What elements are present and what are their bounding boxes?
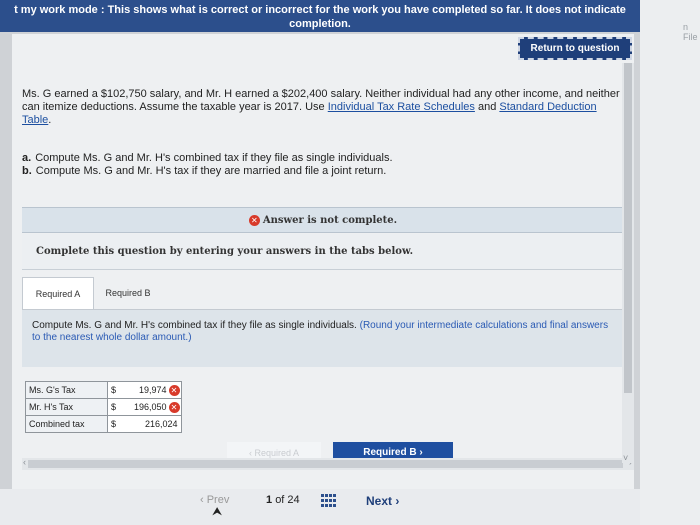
background-window-edge: n File [640, 0, 700, 525]
question-parts: a. Compute Ms. G and Mr. H's combined tax… [22, 152, 393, 178]
grid-view-icon[interactable] [321, 494, 336, 508]
table-row: Mr. H's Tax $ 196,050 ✕ [25, 398, 182, 416]
tax-answer-table: Ms. G's Tax $ 19,974 ✕ Mr. H's Tax $ 196,… [25, 381, 182, 433]
mr-h-tax-input[interactable]: 196,050 ✕ [119, 398, 182, 416]
answer-status-text: Answer is not complete. [262, 215, 398, 226]
scroll-down-icon[interactable]: ˅ [623, 453, 628, 463]
banner-line-2: completion. [289, 18, 351, 30]
prompt-text: Compute Ms. G and Mr. H's combined tax i… [32, 320, 360, 331]
instructions-bar: Complete this question by entering your … [22, 234, 624, 270]
currency-symbol: $ [107, 415, 120, 433]
scroll-left-icon[interactable]: ‹ [23, 457, 26, 467]
part-a: a. Compute Ms. G and Mr. H's combined tax… [22, 152, 393, 164]
banner-line-1: t my work mode : This shows what is corr… [14, 4, 626, 16]
scrollbar-thumb[interactable] [28, 460, 623, 468]
vertical-scrollbar[interactable]: ˅ [622, 63, 634, 463]
table-row: Combined tax $ 216,024 [25, 415, 182, 433]
footer-nav [0, 489, 640, 525]
tax-rate-schedules-link[interactable]: Individual Tax Rate Schedules [328, 101, 475, 113]
incorrect-icon: ✕ [248, 215, 260, 226]
page-indicator: 1 of 24 [266, 494, 300, 506]
requirement-prompt: Compute Ms. G and Mr. H's combined tax i… [22, 309, 624, 367]
scrollbar-thumb[interactable] [624, 63, 632, 393]
row-label: Combined tax [25, 415, 108, 433]
tab-required-a[interactable]: Required A [22, 277, 94, 309]
ms-g-tax-input[interactable]: 19,974 ✕ [119, 381, 182, 399]
next-question-button[interactable]: Next › [366, 494, 399, 508]
incorrect-icon: ✕ [168, 385, 180, 396]
question-text: Ms. G earned a $102,750 salary, and Mr. … [22, 88, 620, 126]
table-row: Ms. G's Tax $ 19,974 ✕ [25, 381, 182, 399]
combined-tax-value: 216,024 [119, 415, 182, 433]
currency-symbol: $ [107, 381, 120, 399]
mouse-cursor-icon: ⮝ [212, 504, 223, 518]
row-label: Ms. G's Tax [25, 381, 108, 399]
answer-status-bar: ✕ Answer is not complete. [22, 207, 624, 233]
return-to-question-button[interactable]: Return to question [518, 37, 632, 60]
row-label: Mr. H's Tax [25, 398, 108, 416]
tab-required-b[interactable]: Required B [94, 277, 162, 309]
incorrect-icon: ✕ [168, 402, 180, 413]
mode-banner: t my work mode : This shows what is corr… [0, 0, 640, 32]
file-menu-text: n File [683, 22, 698, 42]
currency-symbol: $ [107, 398, 120, 416]
part-b: b. Compute Ms. G and Mr. H's tax if they … [22, 165, 387, 177]
horizontal-scrollbar[interactable]: ‹ › [22, 457, 634, 470]
